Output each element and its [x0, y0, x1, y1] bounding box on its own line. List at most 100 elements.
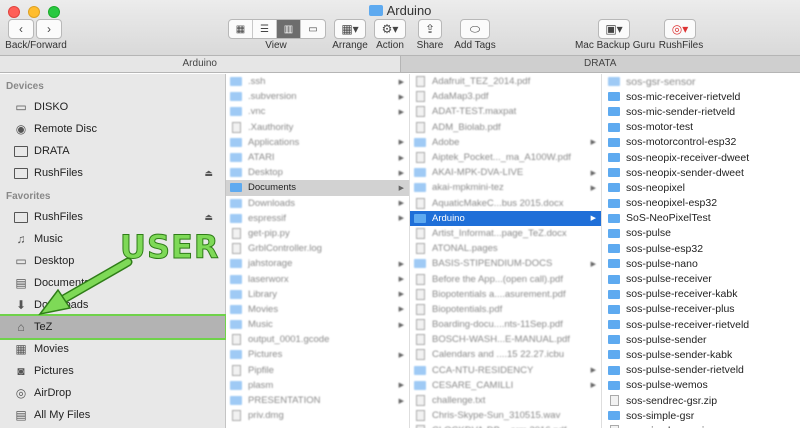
list-item[interactable]: Chris-Skype-Sun_310515.wav [410, 408, 601, 423]
list-item[interactable]: sos-pulse-nano [602, 256, 800, 271]
list-item[interactable]: AKAI-MPK-DVA-LIVE ▶ [410, 165, 601, 180]
list-item[interactable]: sos-gsr-sensor [602, 74, 800, 89]
column-view-icon[interactable]: ▥ [277, 20, 301, 38]
list-item[interactable]: akai-mpkmini-tez ▶ [410, 180, 601, 195]
list-item[interactable]: sos-pulse-receiver [602, 271, 800, 286]
sidebar-item-airdrop[interactable]: ◎ AirDrop [0, 382, 225, 404]
list-item[interactable]: sos-motor-test [602, 120, 800, 135]
list-item[interactable]: laserworx ▶ [226, 271, 409, 286]
sidebar-item-downloads[interactable]: ⬇ Downloads [0, 294, 225, 316]
list-item[interactable]: sos-mic-sender-rietveld [602, 104, 800, 119]
icon-view-icon[interactable]: ▦ [229, 20, 253, 38]
list-item[interactable]: Boarding-docu....nts-11Sep.pdf [410, 317, 601, 332]
list-item[interactable]: sos-simple-gsr.zip [602, 423, 800, 428]
list-item[interactable]: sos-neopixel-esp32 [602, 196, 800, 211]
list-item[interactable]: Documents ▶ [226, 180, 409, 196]
list-item[interactable]: CLOCKDVA-DB....orm 2016.pdf [410, 423, 601, 428]
list-item[interactable]: CESARE_CAMILLI ▶ [410, 378, 601, 393]
list-item[interactable]: output_0001.gcode [226, 332, 409, 347]
sidebar-item-all-my-files[interactable]: ▤ All My Files [0, 404, 225, 426]
list-item[interactable]: jahstorage ▶ [226, 256, 409, 271]
list-item[interactable]: .Xauthority [226, 120, 409, 135]
view-segmented-control[interactable]: ▦ ☰ ▥ ▭ [228, 19, 326, 39]
sidebar-item-rushfiles[interactable]: RushFiles ⏏ [0, 206, 225, 228]
list-item[interactable]: SoS-NeoPixelTest [602, 211, 800, 226]
list-item[interactable]: sos-neopix-sender-dweet [602, 165, 800, 180]
list-item[interactable]: .ssh ▶ [226, 74, 409, 89]
list-item[interactable]: .vnc ▶ [226, 104, 409, 119]
list-item[interactable]: Applications ▶ [226, 135, 409, 150]
list-item[interactable]: Arduino ▶ [410, 210, 601, 226]
list-item[interactable]: sos-neopixel [602, 180, 800, 195]
list-item[interactable]: Music ▶ [226, 317, 409, 332]
list-item[interactable]: priv.dmg [226, 408, 409, 423]
list-item[interactable]: GrblController.log [226, 241, 409, 256]
back-button[interactable]: ‹ [8, 19, 34, 39]
list-item[interactable]: sos-mic-receiver-rietveld [602, 89, 800, 104]
list-item[interactable]: plasm ▶ [226, 378, 409, 393]
eject-icon[interactable]: ⏏ [204, 212, 213, 223]
list-item[interactable]: BOSCH-WASH...E-MANUAL.pdf [410, 332, 601, 347]
list-item[interactable]: get-pip.py [226, 226, 409, 241]
sidebar-item-tez[interactable]: ⌂ TeZ [0, 314, 227, 340]
cover-flow-icon[interactable]: ▭ [301, 20, 325, 38]
list-item[interactable]: sos-motorcontrol-esp32 [602, 135, 800, 150]
list-item[interactable]: Pipfile [226, 363, 409, 378]
sidebar-item-remote-disc[interactable]: ◉ Remote Disc [0, 118, 225, 140]
list-item[interactable]: Movies ▶ [226, 302, 409, 317]
list-item[interactable]: Pictures ▶ [226, 347, 409, 362]
list-item[interactable]: sos-pulse-esp32 [602, 241, 800, 256]
list-item[interactable]: CCA-NTU-RESIDENCY ▶ [410, 363, 601, 378]
list-item[interactable]: Aiptek_Pocket..._ma_A100W.pdf [410, 150, 601, 165]
list-item[interactable]: espressif ▶ [226, 211, 409, 226]
list-item[interactable]: sos-pulse [602, 226, 800, 241]
list-item[interactable]: sos-neopix-receiver-dweet [602, 150, 800, 165]
sidebar-item-documents[interactable]: ▤ Documents [0, 272, 225, 294]
forward-button[interactable]: › [36, 19, 62, 39]
sidebar-item-movies[interactable]: ▦ Movies [0, 338, 225, 360]
list-item[interactable]: Artist_Informat...page_TeZ.docx [410, 226, 601, 241]
list-item[interactable]: ADM_Biolab.pdf [410, 120, 601, 135]
sidebar-item-rushfiles-device[interactable]: RushFiles ⏏ [0, 162, 225, 184]
list-item[interactable]: Desktop ▶ [226, 165, 409, 180]
tab-drata[interactable]: DRATA [400, 56, 800, 72]
list-item[interactable]: Adobe ▶ [410, 135, 601, 150]
list-item[interactable]: AdaMap3.pdf [410, 89, 601, 104]
list-item[interactable]: sos-pulse-sender [602, 332, 800, 347]
list-item[interactable]: Calendars and ....15 22.27.icbu [410, 347, 601, 362]
list-item[interactable]: sos-pulse-receiver-kabk [602, 287, 800, 302]
list-item[interactable]: Biopotentials a....asurement.pdf [410, 287, 601, 302]
list-item[interactable]: sos-pulse-receiver-plus [602, 302, 800, 317]
list-view-icon[interactable]: ☰ [253, 20, 277, 38]
arrange-button[interactable]: ▦▾ [334, 19, 366, 39]
list-item[interactable]: sos-pulse-wemos [602, 378, 800, 393]
list-item[interactable]: sos-pulse-receiver-rietveld [602, 317, 800, 332]
list-item[interactable]: sos-pulse-sender-rietveld [602, 363, 800, 378]
list-item[interactable]: challenge.txt [410, 393, 601, 408]
tab-arduino[interactable]: Arduino [0, 56, 401, 72]
list-item[interactable]: .subversion ▶ [226, 89, 409, 104]
eject-icon[interactable]: ⏏ [204, 168, 213, 179]
list-item[interactable]: ATONAL.pages [410, 241, 601, 256]
list-item[interactable]: ADAT-TEST.maxpat [410, 104, 601, 119]
list-item[interactable]: ATARI ▶ [226, 150, 409, 165]
action-button[interactable]: ⚙▾ [374, 19, 406, 39]
list-item[interactable]: Biopotentials.pdf [410, 302, 601, 317]
sidebar-item-disko[interactable]: ▭ DISKO [0, 96, 225, 118]
list-item[interactable]: AquaticMakeC...bus 2015.docx [410, 196, 601, 211]
sidebar-item-drata[interactable]: DRATA [0, 140, 225, 162]
list-item[interactable]: Library ▶ [226, 287, 409, 302]
sidebar-item-pictures[interactable]: ◙ Pictures [0, 360, 225, 382]
list-item[interactable]: sos-sendrec-gsr.zip [602, 393, 800, 408]
list-item[interactable]: PRESENTATION ▶ [226, 393, 409, 408]
list-item[interactable]: Downloads ▶ [226, 196, 409, 211]
list-item[interactable]: BASIS-STIPENDIUM-DOCS ▶ [410, 256, 601, 271]
rushfiles-button[interactable]: ◎▾ [664, 19, 696, 39]
list-item[interactable]: Adafruit_TEZ_2014.pdf [410, 74, 601, 89]
list-item[interactable]: sos-simple-gsr [602, 408, 800, 423]
list-item[interactable]: Before the App...(open call).pdf [410, 271, 601, 286]
mac-backup-guru-button[interactable]: ▣▾ [598, 19, 630, 39]
add-tags-button[interactable]: ⬭ [460, 19, 490, 39]
list-item[interactable]: sos-pulse-sender-kabk [602, 347, 800, 362]
share-button[interactable]: ⇪ [418, 19, 442, 39]
